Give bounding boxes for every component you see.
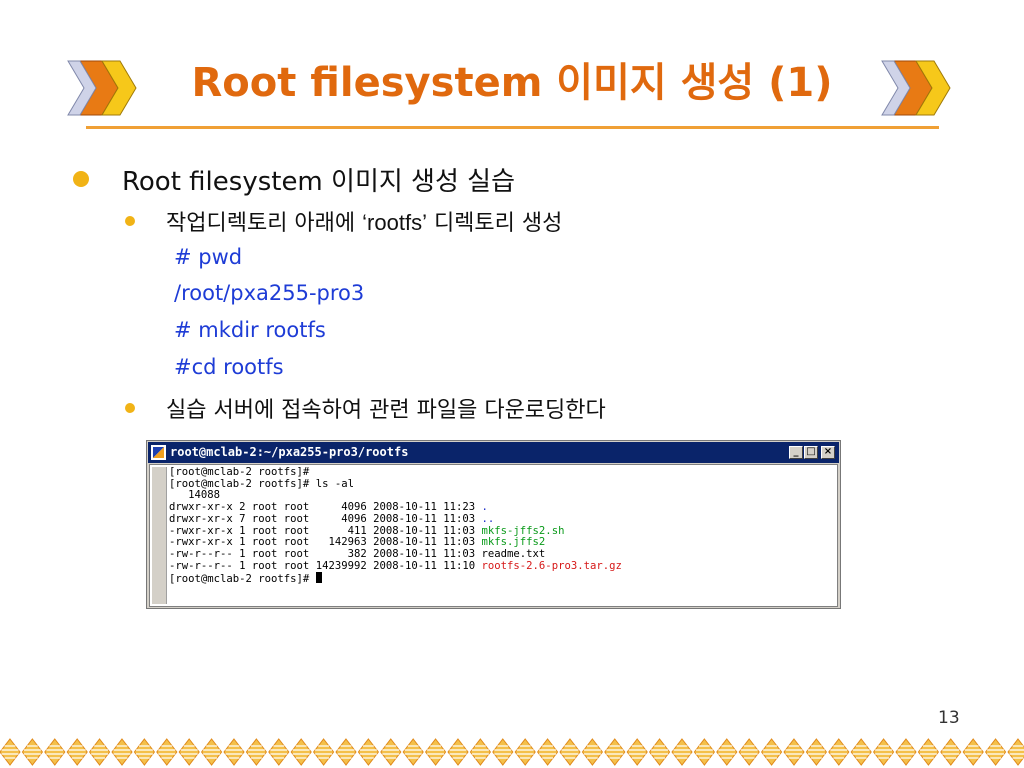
band-diamond	[380, 738, 402, 766]
band-diamond	[895, 738, 917, 766]
ls-entry: drwxr-xr-x 7 root root 4096 2008-10-11 1…	[169, 512, 495, 525]
band-diamond	[738, 738, 760, 766]
terminal-title: root@mclab-2:~/pxa255-pro3/rootfs	[170, 445, 409, 459]
command-line: /root/pxa255-pro3	[174, 281, 365, 305]
band-diamond	[0, 738, 21, 766]
command-line: # pwd	[174, 245, 243, 269]
band-diamond	[178, 738, 200, 766]
band-diamond	[402, 738, 424, 766]
band-diamond	[335, 738, 357, 766]
maximize-button[interactable]: □	[804, 446, 818, 459]
band-diamond	[245, 738, 268, 766]
band-diamond	[223, 738, 245, 766]
page-number: 13	[938, 708, 960, 728]
band-diamond	[648, 738, 671, 766]
command-ls-line: [root@mclab-2 rootfs]# ls -al	[169, 477, 354, 490]
ls-entry: -rwxr-xr-x 1 root root 411 2008-10-11 11…	[169, 524, 565, 537]
band-diamond	[805, 738, 828, 766]
band-diamond	[290, 738, 312, 766]
command-line: # mkdir rootfs	[174, 318, 326, 342]
band-diamond	[940, 738, 962, 766]
left-arrow-ornament	[67, 60, 137, 116]
band-diamond	[1007, 738, 1024, 766]
terminal-output: [root@mclab-2 rootfs]# [root@mclab-2 roo…	[169, 466, 622, 586]
band-diamond	[917, 738, 940, 766]
band-diamond	[581, 738, 604, 766]
band-diamond	[536, 738, 559, 766]
band-diamond	[268, 738, 290, 766]
prompt-line: [root@mclab-2 rootfs]#	[169, 466, 310, 478]
band-diamond	[828, 738, 850, 766]
band-diamond	[133, 738, 156, 766]
band-diamond	[44, 738, 66, 766]
bullet-level2-mkdir: 작업디렉토리 아래에 ‘rootfs’ 디렉토리 생성	[166, 210, 563, 236]
band-diamond	[671, 738, 693, 766]
band-diamond	[693, 738, 716, 766]
ls-entry: -rw-r--r-- 1 root root 14239992 2008-10-…	[169, 559, 622, 572]
minimize-button[interactable]: _	[789, 446, 803, 459]
band-diamond	[760, 738, 783, 766]
band-diamond	[626, 738, 648, 766]
band-diamond	[514, 738, 536, 766]
band-diamond	[447, 738, 469, 766]
band-diamond	[716, 738, 738, 766]
terminal-body[interactable]: [root@mclab-2 rootfs]# [root@mclab-2 roo…	[149, 464, 838, 607]
title-underline	[86, 126, 939, 129]
band-diamond	[357, 738, 380, 766]
band-diamond	[604, 738, 626, 766]
band-diamond	[469, 738, 492, 766]
band-diamond	[962, 738, 984, 766]
bullet-dot	[73, 171, 89, 187]
slide-title: Root filesystem 이미지 생성 (1)	[191, 60, 833, 106]
terminal-scrollbar[interactable]	[152, 467, 167, 604]
filename: rootfs-2.6-pro3.tar.gz	[481, 559, 622, 572]
terminal-window: root@mclab-2:~/pxa255-pro3/rootfs _ □ × …	[146, 440, 841, 609]
text-cursor	[315, 572, 322, 584]
bullet-level1: Root filesystem 이미지 생성 실습	[122, 167, 515, 197]
band-diamond	[200, 738, 223, 766]
band-diamond	[88, 738, 111, 766]
band-diamond	[850, 738, 872, 766]
band-diamond	[156, 738, 178, 766]
band-diamond	[872, 738, 895, 766]
terminal-app-icon	[151, 445, 166, 460]
band-diamond	[559, 738, 581, 766]
band-diamond	[21, 738, 44, 766]
bullet-dot	[125, 403, 135, 413]
right-arrow-ornament	[881, 60, 951, 116]
command-line: #cd rootfs	[174, 355, 284, 379]
ls-entry: -rwxr-xr-x 1 root root 142963 2008-10-11…	[169, 536, 546, 549]
band-diamond	[111, 738, 133, 766]
total-line: 14088	[169, 489, 221, 502]
filename: mkfs.jffs2	[481, 536, 546, 549]
band-diamond	[66, 738, 88, 766]
band-diamond	[312, 738, 335, 766]
final-prompt: [root@mclab-2 rootfs]#	[169, 572, 322, 585]
filename: ..	[481, 512, 495, 525]
bottom-diamond-border	[0, 738, 1024, 766]
terminal-titlebar[interactable]: root@mclab-2:~/pxa255-pro3/rootfs _ □ ×	[148, 442, 839, 463]
filename: .	[481, 501, 488, 514]
filename: readme.txt	[481, 547, 546, 560]
ls-entry: -rw-r--r-- 1 root root 382 2008-10-11 11…	[169, 547, 546, 560]
close-button[interactable]: ×	[821, 446, 835, 459]
band-diamond	[492, 738, 514, 766]
band-diamond	[783, 738, 805, 766]
bullet-level2-download: 실습 서버에 접속하여 관련 파일을 다운로딩한다	[166, 398, 606, 423]
band-diamond	[984, 738, 1007, 766]
filename: mkfs-jffs2.sh	[481, 524, 565, 537]
bullet-dot	[125, 216, 135, 226]
ls-entry: drwxr-xr-x 2 root root 4096 2008-10-11 1…	[169, 501, 488, 514]
band-diamond	[424, 738, 447, 766]
